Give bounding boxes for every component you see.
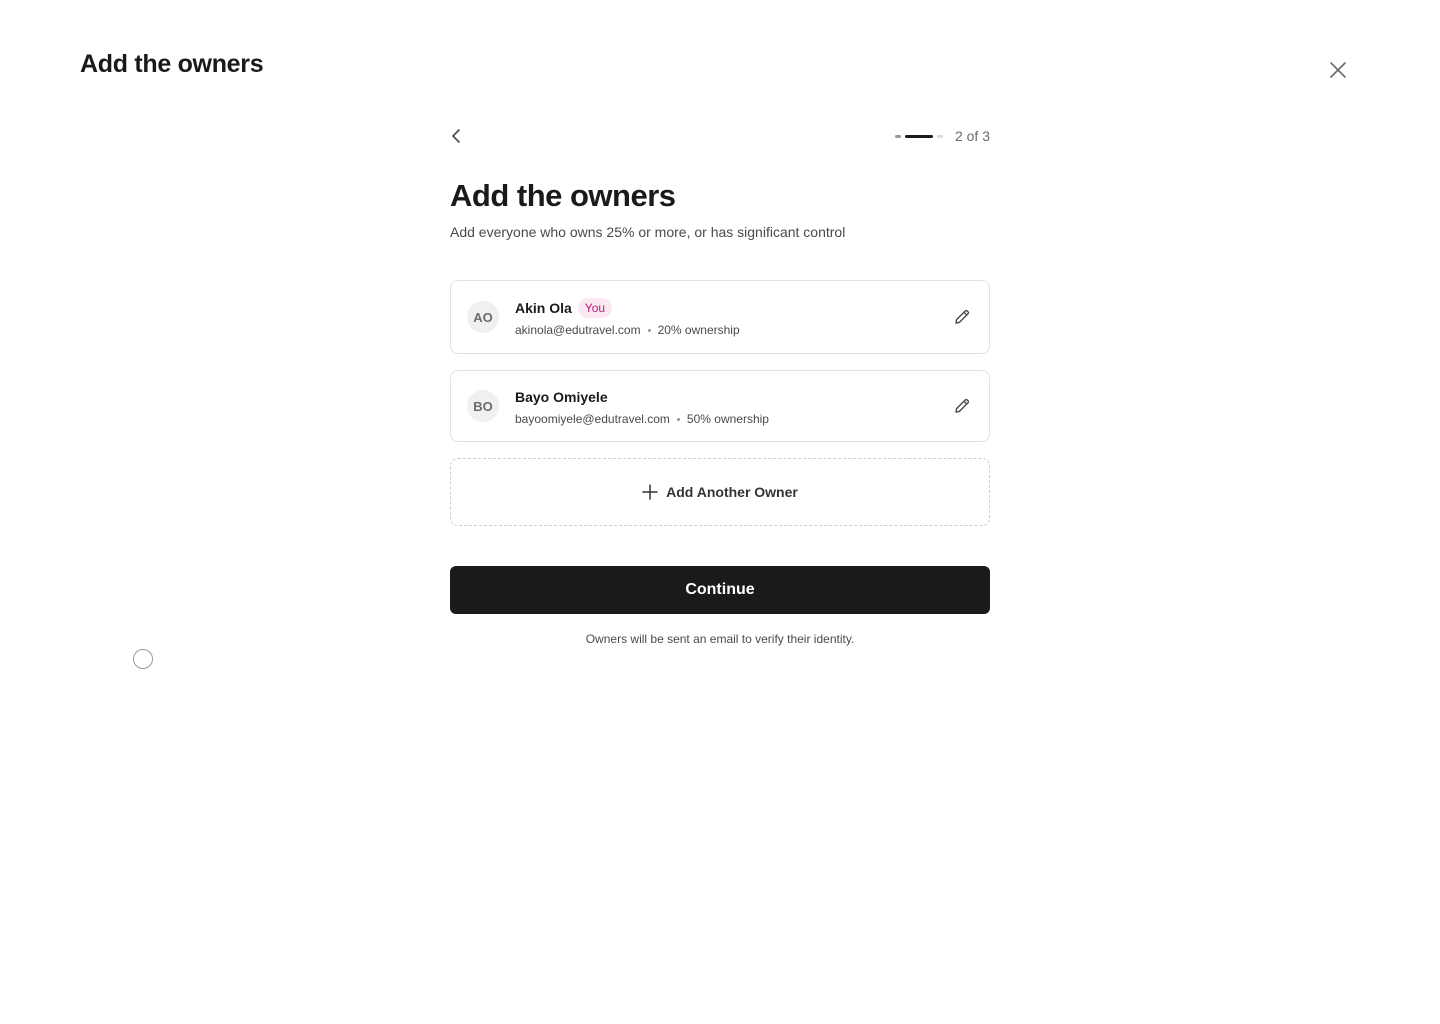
step-count: 2 of 3 — [954, 128, 990, 144]
page-subtitle: Add everyone who owns 25% or more, or ha… — [450, 224, 846, 240]
owner-info: Akin Ola You akinola@edutravel.com 20% o… — [515, 297, 951, 337]
edit-owner-button[interactable] — [951, 395, 973, 417]
edit-owner-button[interactable] — [951, 306, 973, 328]
topbar: 2 of 3 — [450, 120, 990, 152]
owner-list: AO Akin Ola You akinola@edutravel.com 20… — [450, 280, 990, 526]
owner-name: Bayo Omiyele — [515, 389, 608, 405]
pencil-icon — [955, 398, 970, 413]
page-header-title: Add the owners — [80, 50, 264, 78]
owner-name-row: Bayo Omiyele — [515, 386, 951, 408]
close-icon — [1330, 62, 1346, 78]
step-dot-3 — [936, 134, 943, 138]
owner-ownership: 20% ownership — [657, 323, 740, 337]
avatar: BO — [467, 390, 499, 422]
chevron-left-icon — [452, 129, 460, 143]
continue-button[interactable]: Continue — [450, 566, 990, 614]
page-title: Add the owners — [450, 178, 676, 213]
avatar: AO — [467, 301, 499, 333]
main-panel: 2 of 3 Add the owners Add everyone who o… — [450, 120, 990, 646]
owner-meta: akinola@edutravel.com 20% ownership — [515, 323, 951, 337]
owner-ownership: 50% ownership — [686, 412, 769, 426]
back-button[interactable] — [450, 126, 470, 146]
close-button[interactable] — [1326, 58, 1350, 82]
plus-icon — [642, 484, 658, 500]
owner-info: Bayo Omiyele bayoomiyele@edutravel.com 5… — [515, 386, 951, 426]
pencil-icon — [955, 309, 970, 324]
step-dot-1 — [894, 134, 901, 138]
you-badge: You — [577, 298, 613, 318]
owner-email: akinola@edutravel.com — [515, 323, 641, 337]
separator-dot — [647, 328, 651, 332]
progress-stepper: 2 of 3 — [894, 128, 990, 144]
owner-card: AO Akin Ola You akinola@edutravel.com 20… — [450, 280, 990, 354]
verification-note: Owners will be sent an email to verify t… — [585, 632, 855, 646]
add-another-owner-button[interactable]: Add Another Owner — [450, 458, 990, 526]
owner-card: BO Bayo Omiyele bayoomiyele@edutravel.co… — [450, 370, 990, 442]
floating-circle-handle[interactable] — [133, 649, 153, 669]
owner-name-row: Akin Ola You — [515, 297, 951, 319]
step-dot-2 — [904, 134, 933, 138]
add-another-owner-label: Add Another Owner — [666, 484, 798, 500]
owner-name: Akin Ola — [515, 300, 572, 316]
owner-email: bayoomiyele@edutravel.com — [515, 412, 670, 426]
separator-dot — [676, 417, 680, 421]
step-indicator — [894, 134, 943, 138]
owner-meta: bayoomiyele@edutravel.com 50% ownership — [515, 412, 951, 426]
